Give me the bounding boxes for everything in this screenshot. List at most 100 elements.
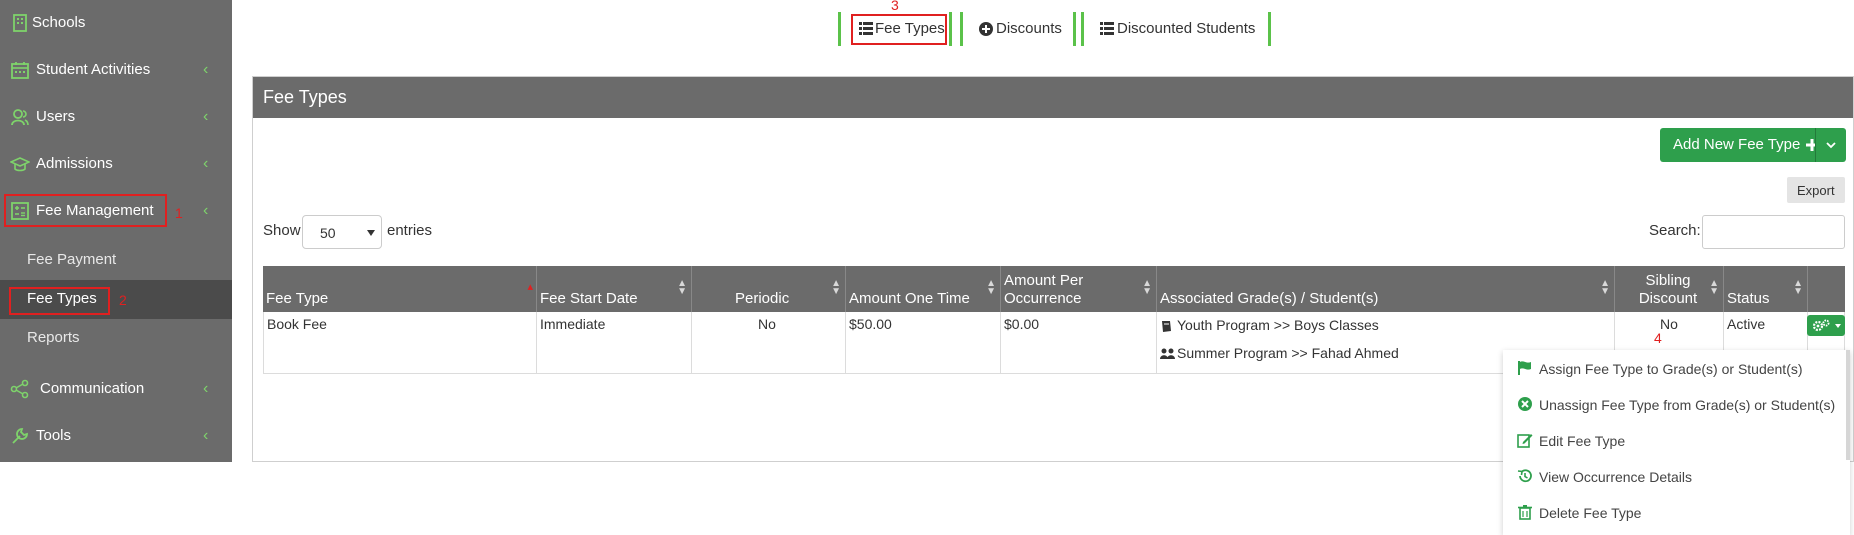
gears-icon: [1812, 319, 1830, 332]
search-input[interactable]: [1702, 215, 1845, 249]
annotation-box-fee-types: [9, 287, 110, 315]
cell-fee-start-date: Immediate: [537, 312, 692, 374]
menu-item-label: Unassign Fee Type from Grade(s) or Stude…: [1539, 397, 1836, 413]
chevron-left-icon: ‹: [203, 202, 209, 219]
caret-down-icon: [1835, 324, 1841, 328]
search-label: Search:: [1649, 222, 1701, 239]
menu-item-label: Delete Fee Type: [1539, 505, 1642, 521]
column-header-label: Fee Start Date: [540, 290, 638, 307]
column-header-label: Associated Grade(s) / Student(s): [1160, 290, 1379, 307]
sidebar-item-tools[interactable]: Tools ‹: [0, 413, 232, 460]
sidebar-item-label: Tools: [36, 427, 72, 444]
export-button[interactable]: Export: [1787, 177, 1845, 203]
times-circle-icon: [1518, 397, 1532, 411]
calendar-icon: [11, 62, 29, 79]
add-options-dropdown-toggle[interactable]: [1815, 128, 1846, 162]
cell-amount-per-occurrence: $0.00: [1001, 312, 1157, 374]
list-icon: [1100, 22, 1114, 35]
sort-icon: ▲ ▼: [986, 278, 996, 297]
column-header-label: Fee Type: [266, 290, 329, 307]
menu-item-label: Edit Fee Type: [1539, 433, 1626, 449]
trash-icon: [1518, 505, 1532, 520]
panel-title: Fee Types: [263, 87, 347, 107]
sidebar-item-schools[interactable]: Schools: [0, 0, 232, 47]
column-header-label: Sibling Discount: [1638, 272, 1698, 307]
chevron-left-icon: ‹: [203, 61, 209, 78]
tab-discounts[interactable]: Discounts: [960, 12, 1076, 46]
tab-label: Discounts: [996, 20, 1062, 37]
add-button-label: Add New Fee Type: [1673, 136, 1801, 153]
history-icon: [1517, 469, 1532, 483]
column-header-fee-type[interactable]: Fee Type ▴: [263, 266, 537, 312]
column-header-label: Status: [1727, 290, 1770, 307]
column-header-status[interactable]: Status ▲ ▼: [1724, 266, 1808, 312]
users-icon: [11, 109, 29, 126]
column-header-label: Amount Per Occurrence: [1004, 272, 1084, 307]
export-label: Export: [1797, 183, 1835, 198]
entries-value: 50: [320, 225, 336, 241]
menu-item-view-occurrence[interactable]: View Occurrence Details: [1503, 458, 1850, 494]
sidebar: Schools Student Activities ‹ Users ‹ Adm…: [0, 0, 232, 462]
panel-header: Fee Types: [253, 77, 1853, 118]
sidebar-item-label: Communication: [40, 380, 145, 397]
book-icon: [1162, 321, 1171, 332]
chevron-left-icon: ‹: [203, 108, 209, 125]
annotation-box-fee-management: [4, 194, 167, 227]
share-icon: [10, 379, 29, 399]
tab-label: Discounted Students: [1117, 20, 1256, 37]
column-header-amount-per-occurrence[interactable]: Amount Per Occurrence ▲ ▼: [1001, 266, 1157, 312]
cell-fee-type: Book Fee: [263, 312, 537, 374]
column-header-sibling-discount[interactable]: Sibling Discount ▲ ▼: [1615, 266, 1724, 312]
sort-icon: ▲ ▼: [1142, 278, 1152, 297]
column-header-actions: [1808, 266, 1845, 312]
sort-icon: ▲ ▼: [677, 278, 687, 297]
edit-icon: [1517, 434, 1533, 448]
graduation-cap-icon: [10, 157, 30, 172]
menu-item-assign[interactable]: Assign Fee Type to Grade(s) or Student(s…: [1503, 350, 1850, 386]
sidebar-item-communication[interactable]: Communication ‹: [0, 366, 232, 413]
sort-icon: ▲ ▼: [1793, 278, 1803, 297]
show-label: Show: [263, 222, 301, 239]
menu-item-edit[interactable]: Edit Fee Type: [1503, 422, 1850, 458]
wrench-icon: [12, 428, 28, 444]
sidebar-item-label: Users: [36, 108, 76, 125]
sidebar-item-label: Student Activities: [36, 61, 151, 78]
sidebar-item-student-activities[interactable]: Student Activities ‹: [0, 47, 232, 94]
column-header-amount-one-time[interactable]: Amount One Time ▲ ▼: [846, 266, 1001, 312]
column-header-label: Amount One Time: [849, 290, 970, 307]
sort-icon: ▲ ▼: [1709, 278, 1719, 297]
sidebar-item-users[interactable]: Users ‹: [0, 94, 232, 141]
chevron-down-icon: [1826, 142, 1836, 149]
annotation-number: 2: [119, 292, 127, 308]
sort-icon: ▲ ▼: [831, 278, 841, 297]
sidebar-item-label: Admissions: [36, 155, 113, 172]
tab-discounted-students[interactable]: Discounted Students: [1081, 12, 1271, 46]
entries-label: entries: [387, 222, 433, 239]
annotation-box-tab: [851, 14, 947, 45]
entries-select[interactable]: 50: [302, 215, 382, 249]
users-icon: [1160, 348, 1175, 359]
actions-dropdown-button[interactable]: [1807, 315, 1845, 336]
menu-item-unassign[interactable]: Unassign Fee Type from Grade(s) or Stude…: [1503, 386, 1850, 422]
column-header-associated[interactable]: Associated Grade(s) / Student(s) ▲ ▼: [1157, 266, 1615, 312]
sort-icon: ▲ ▼: [1600, 278, 1610, 297]
column-header-periodic[interactable]: Periodic ▲ ▼: [692, 266, 846, 312]
chevron-left-icon: ‹: [203, 380, 209, 397]
menu-item-label: View Occurrence Details: [1539, 469, 1693, 485]
caret-down-icon: [367, 230, 375, 236]
menu-item-delete[interactable]: Delete Fee Type: [1503, 494, 1850, 530]
fee-type-actions-menu: Assign Fee Type to Grade(s) or Student(s…: [1503, 350, 1850, 535]
associated-grade: Youth Program >> Boys Classes: [1177, 317, 1379, 333]
menu-scrollbar[interactable]: [1846, 350, 1850, 460]
annotation-number: 1: [175, 205, 183, 221]
plus-circle-icon: [979, 22, 993, 36]
column-header-label: Periodic: [735, 290, 790, 307]
sidebar-item-admissions[interactable]: Admissions ‹: [0, 141, 232, 188]
menu-item-label: Assign Fee Type to Grade(s) or Student(s…: [1539, 361, 1803, 377]
sidebar-subitem-reports[interactable]: Reports: [0, 319, 232, 358]
chevron-left-icon: ‹: [203, 427, 209, 444]
cell-amount-one-time: $50.00: [846, 312, 1001, 374]
sidebar-subitem-fee-payment[interactable]: Fee Payment: [0, 241, 232, 280]
column-header-fee-start-date[interactable]: Fee Start Date ▲ ▼: [537, 266, 692, 312]
building-icon: [13, 14, 27, 32]
